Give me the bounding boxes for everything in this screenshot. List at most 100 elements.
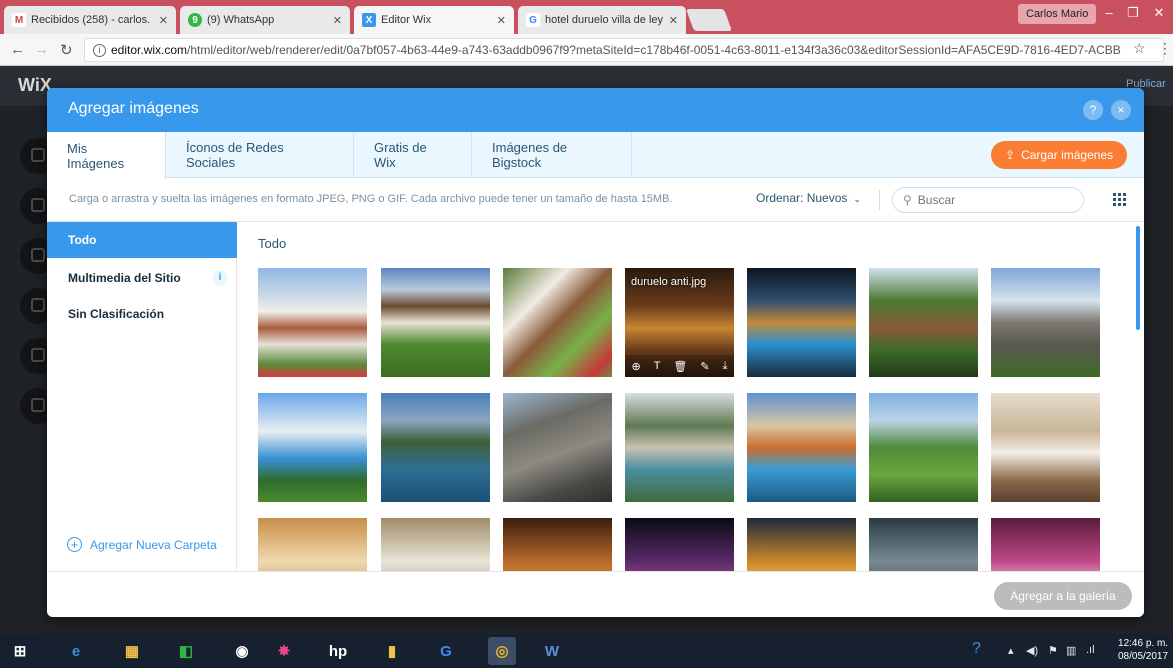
help-tray-icon[interactable]: ? [972,640,981,658]
image-thumbnail[interactable] [869,518,978,571]
gallery-scrollbar[interactable] [1136,226,1140,330]
reload-icon[interactable]: ↻ [60,41,73,59]
file-explorer-icon[interactable]: ▦ [118,637,146,665]
clock-date: 08/05/2017 [1118,651,1169,662]
notes-icon[interactable]: ▮ [378,637,406,665]
new-tab-button[interactable] [685,9,733,31]
browser-tab-title: (9) WhatsApp [207,14,275,26]
text-icon[interactable]: T [654,360,661,372]
maximize-icon[interactable]: ❐ [1120,2,1146,24]
profile-button[interactable]: Carlos Mario [1018,4,1097,24]
image-thumbnail[interactable] [625,393,734,502]
info-icon[interactable]: i [212,270,228,286]
image-thumbnail[interactable] [381,268,490,377]
dialog-tabs: Mis Imágenes Íconos de Redes Sociales Gr… [47,132,1144,179]
tray-chevron-icon[interactable]: ▴ [1008,644,1014,657]
sidebar-item-site-media[interactable]: Multimedia del Sitio i [47,260,237,296]
image-thumbnail[interactable] [258,393,367,502]
search-box[interactable]: ⚲ [892,187,1084,213]
tab-bigstock[interactable]: Imágenes de Bigstock [472,132,632,178]
system-clock[interactable]: 12:46 p. m. 08/05/2017 [1118,637,1168,663]
info-icon[interactable]: i [93,43,106,57]
url-path: /html/editor/web/renderer/edit/0a7bf057-… [187,43,1121,57]
browser-tab-gmail[interactable]: M Recibidos (258) - carlos. ✕ [4,6,176,34]
download-icon[interactable]: ⤓ [723,360,728,373]
chrome-icon[interactable]: ◎ [488,637,516,665]
forward-arrow-icon[interactable]: → [34,41,49,58]
add-images-dialog: Agregar imágenes ? × Mis Imágenes Íconos… [47,88,1144,617]
close-tab-icon[interactable]: ✕ [333,14,342,27]
image-thumbnail[interactable] [991,518,1100,571]
image-thumbnail[interactable] [747,393,856,502]
zoom-icon[interactable]: ⊕ [631,360,640,373]
url-field[interactable]: i editor.wix.com /html/editor/web/render… [84,38,1164,62]
image-gallery: Todo duruelo anti.jpg ⊕ T 🗑 ✎ ⤓ [237,222,1144,571]
bookmark-star-icon[interactable]: ☆ [1133,40,1146,57]
browser-tab-title: hotel duruelo villa de ley [545,14,663,26]
image-thumbnail[interactable] [625,518,734,571]
image-thumbnail[interactable] [991,268,1100,377]
image-thumbnail[interactable] [869,393,978,502]
image-thumbnail[interactable] [381,518,490,571]
sidebar-item-label: Multimedia del Sitio [68,271,181,285]
image-thumbnail[interactable] [503,518,612,571]
edit-icon[interactable]: ✎ [700,360,709,373]
upload-label: Cargar imágenes [1021,148,1114,162]
minimize-icon[interactable]: – [1096,2,1122,24]
image-thumbnail[interactable] [503,268,612,377]
hp-icon[interactable]: hp [324,637,352,665]
grid-view-icon[interactable] [1113,193,1126,206]
close-window-icon[interactable]: ✕ [1146,2,1172,24]
help-icon[interactable]: ? [1083,100,1103,120]
browser-tab-wix[interactable]: X Editor Wix ✕ [354,6,514,34]
image-thumbnail[interactable] [381,393,490,502]
search-input[interactable] [917,193,1068,207]
browser-tab-bar: M Recibidos (258) - carlos. ✕ 9 (9) What… [0,0,1173,34]
image-actions: ⊕ T 🗑 ✎ ⤓ [625,355,734,377]
network-icon[interactable]: ▥ [1066,644,1076,657]
close-tab-icon[interactable]: ✕ [669,14,678,27]
upload-hint: Carga o arrastra y suelta las imágenes e… [69,193,673,205]
image-thumbnail[interactable] [747,268,856,377]
add-to-gallery-button[interactable]: Agregar a la galería [994,582,1132,610]
sort-dropdown[interactable]: Ordenar: Nuevos ⌄ [756,191,861,205]
sort-label: Ordenar: Nuevos [756,191,848,205]
image-thumbnail[interactable] [258,518,367,571]
image-thumbnail[interactable] [991,393,1100,502]
windows-start-icon[interactable]: ⊞ [6,637,34,665]
tab-wix-free[interactable]: Gratis de Wix [354,132,472,178]
signal-icon[interactable]: .ıl [1086,644,1095,656]
url-host: editor.wix.com [111,43,188,57]
close-icon[interactable]: × [1111,100,1131,120]
image-thumbnail-hovered[interactable]: duruelo anti.jpg ⊕ T 🗑 ✎ ⤓ [625,268,734,377]
menu-kebab-icon[interactable]: ⋮ [1158,40,1172,57]
store-icon[interactable]: ◧ [172,637,200,665]
photos-icon[interactable]: ✸ [270,637,298,665]
dialog-title: Agregar imágenes [68,100,199,117]
flag-icon[interactable]: ⚑ [1048,644,1058,657]
sidebar-item-unclassified[interactable]: Sin Clasificación [47,296,237,332]
word-icon[interactable]: W [538,637,566,665]
sidebar-item-all[interactable]: Todo [47,222,237,258]
webcam-icon[interactable]: ◉ [228,637,256,665]
image-thumbnail[interactable] [869,268,978,377]
tab-my-images[interactable]: Mis Imágenes [47,132,166,179]
image-filename: duruelo anti.jpg [631,276,707,288]
close-tab-icon[interactable]: ✕ [159,14,168,27]
trash-icon[interactable]: 🗑 [673,360,687,373]
image-thumbnail[interactable] [747,518,856,571]
internet-explorer-icon[interactable]: e [62,637,90,665]
image-thumbnail[interactable] [503,393,612,502]
image-thumbnail[interactable] [258,268,367,377]
close-tab-icon[interactable]: ✕ [497,14,506,27]
add-folder-button[interactable]: + Agregar Nueva Carpeta [67,537,217,552]
gmail-icon: M [12,13,26,27]
browser-tab-whatsapp[interactable]: 9 (9) WhatsApp ✕ [180,6,350,34]
volume-icon[interactable]: ◀) [1026,644,1038,657]
tab-social-icons[interactable]: Íconos de Redes Sociales [166,132,354,178]
upload-images-button[interactable]: ⇪ Cargar imágenes [991,141,1128,169]
gallery-title: Todo [258,236,287,251]
google-icon[interactable]: G [432,637,460,665]
back-arrow-icon[interactable]: ← [10,41,25,58]
browser-tab-google[interactable]: G hotel duruelo villa de ley ✕ [518,6,686,34]
